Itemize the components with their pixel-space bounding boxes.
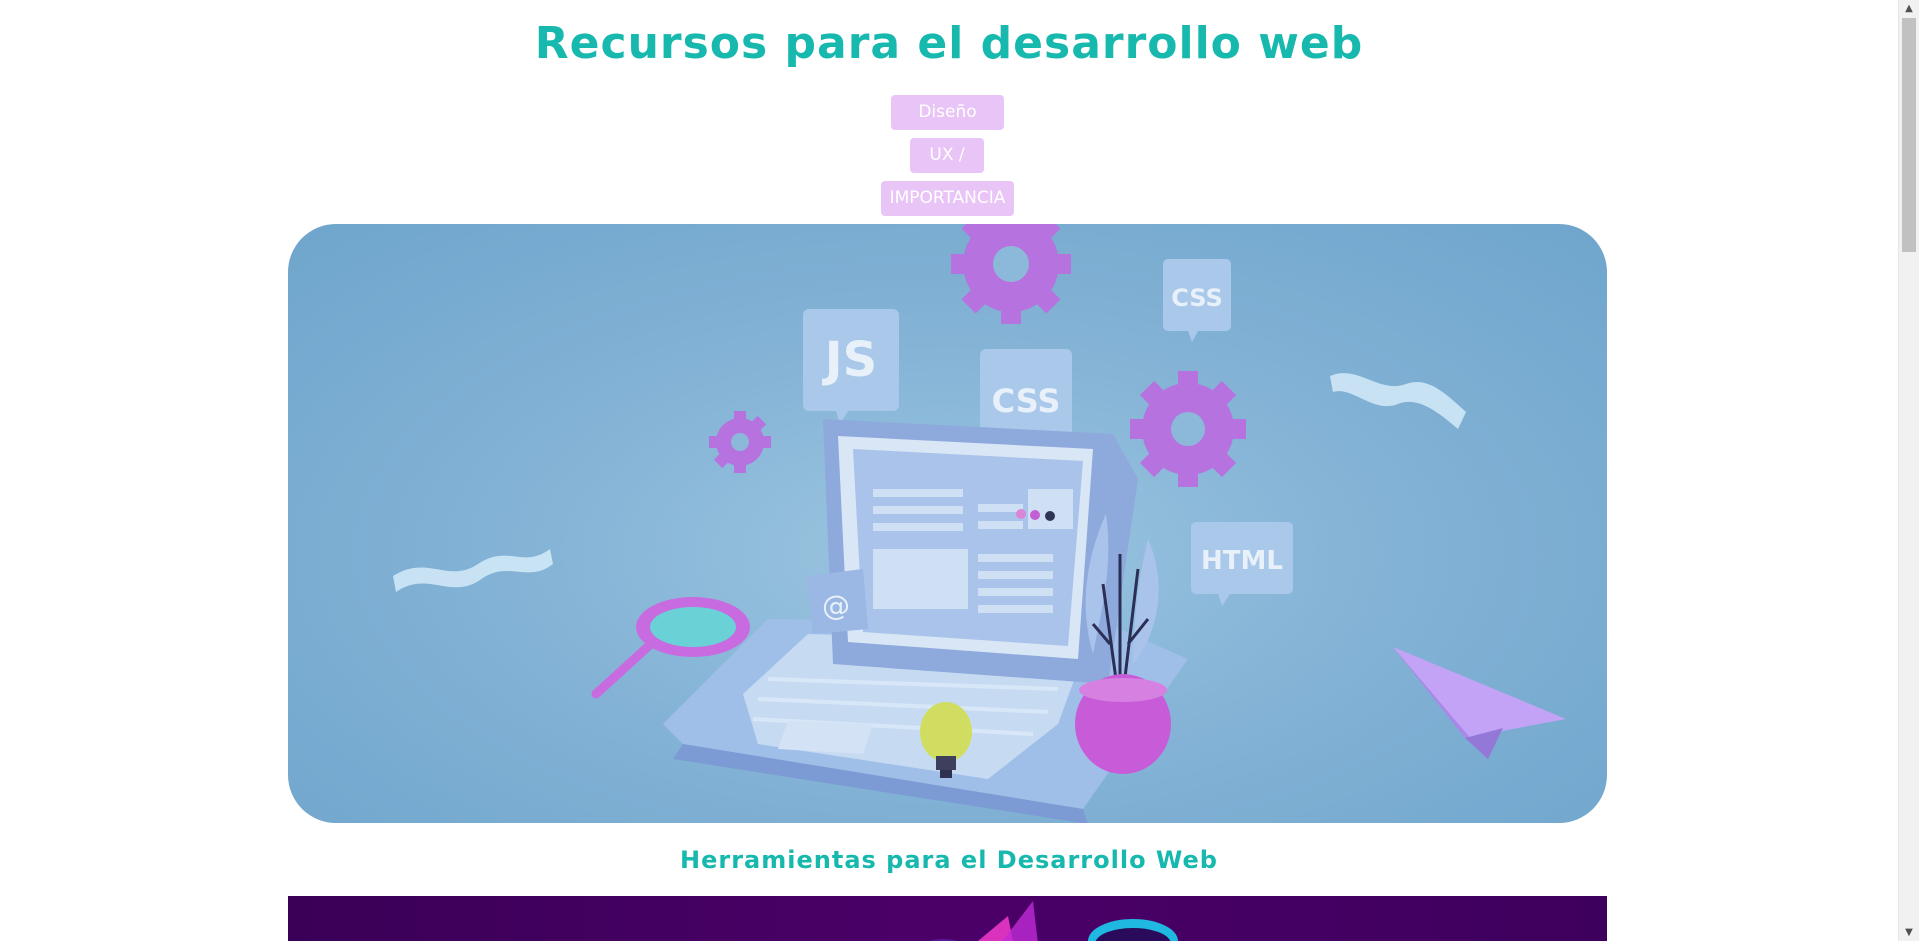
svg-text:HTML: HTML <box>1201 546 1283 576</box>
svg-text:@: @ <box>822 589 850 622</box>
scroll-up-icon[interactable]: ▲ <box>1899 0 1919 17</box>
html-badge-icon: HTML <box>1191 522 1293 606</box>
page: Recursos para el desarrollo web Diseño W… <box>0 0 1919 941</box>
page-title: Recursos para el desarrollo web <box>534 18 1364 69</box>
gear-top-icon <box>951 224 1071 324</box>
paper-plane-icon <box>1393 647 1566 759</box>
svg-text:CSS: CSS <box>1171 284 1223 312</box>
main-content: Recursos para el desarrollo web Diseño W… <box>0 0 1898 941</box>
at-badge-icon: @ <box>806 569 868 634</box>
js-badge-icon: JS <box>803 309 899 424</box>
tools-image <box>288 896 1607 941</box>
vertical-scrollbar[interactable]: ▲ ▼ <box>1898 0 1919 941</box>
ribbon-left-icon <box>393 549 553 592</box>
svg-text:JS: JS <box>822 332 877 388</box>
gear-small-icon <box>709 411 771 473</box>
section-title: Herramientas para el Desarrollo Web <box>680 846 1218 874</box>
css-badge-top-icon: CSS <box>1163 259 1231 342</box>
nav-button-ux-ui[interactable]: UX / UI <box>910 138 984 200</box>
ribbon-right-icon <box>1330 373 1466 429</box>
scroll-down-icon[interactable]: ▼ <box>1899 924 1919 941</box>
gear-right-icon <box>1130 371 1246 487</box>
nav-button-importancia[interactable]: IMPORTANCIA <box>881 181 1014 216</box>
svg-text:CSS: CSS <box>992 382 1061 420</box>
hero-image: JS CSS CSS HTML @ <box>288 224 1607 823</box>
scrollbar-thumb[interactable] <box>1902 18 1916 252</box>
nav-button-diseno-web[interactable]: Diseño Web <box>891 95 1004 157</box>
